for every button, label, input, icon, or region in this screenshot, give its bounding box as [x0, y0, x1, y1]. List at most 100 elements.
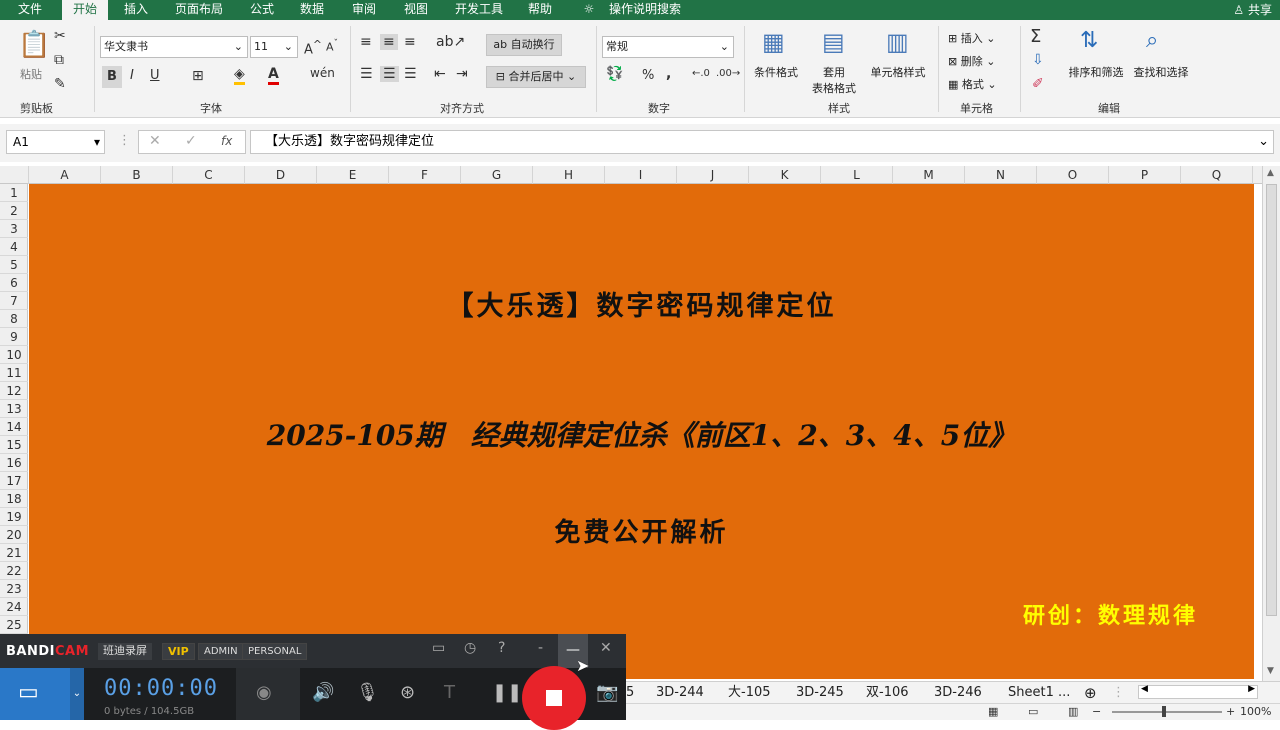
- speaker-icon[interactable]: 🔊: [312, 682, 334, 703]
- phonetic-icon[interactable]: wén: [310, 66, 335, 80]
- row-header[interactable]: 15: [0, 436, 28, 454]
- sheet-tab[interactable]: 3D-245: [796, 684, 844, 702]
- enter-icon[interactable]: ✓: [185, 133, 197, 149]
- row-header[interactable]: 5: [0, 256, 28, 274]
- page-break-view-icon[interactable]: ▥: [1068, 705, 1078, 718]
- row-header[interactable]: 24: [0, 598, 28, 616]
- zoom-out-icon[interactable]: −: [1092, 705, 1101, 718]
- column-header[interactable]: I: [605, 166, 677, 184]
- column-header[interactable]: O: [1037, 166, 1109, 184]
- find-select-button[interactable]: 查找和选择: [1128, 64, 1194, 80]
- fill-icon[interactable]: ⇩: [1032, 52, 1044, 68]
- copy-icon[interactable]: ⧉: [54, 52, 64, 68]
- paste-icon[interactable]: 📋: [18, 30, 50, 60]
- mode-dropdown-icon[interactable]: ⌄: [70, 668, 84, 720]
- format-painter-icon[interactable]: ✎: [54, 76, 66, 92]
- sort-filter-button[interactable]: 排序和筛选: [1064, 64, 1128, 80]
- row-header[interactable]: 2: [0, 202, 28, 220]
- comma-button[interactable]: ,: [666, 66, 671, 82]
- vip-badge[interactable]: VIP: [162, 643, 195, 660]
- column-header[interactable]: P: [1109, 166, 1181, 184]
- row-header[interactable]: 10: [0, 346, 28, 364]
- conditional-format-button[interactable]: 条件格式: [748, 64, 804, 80]
- row-header[interactable]: 7: [0, 292, 28, 310]
- delete-cells-button[interactable]: ⊠ 删除 ⌄: [948, 53, 995, 69]
- sheet-tab[interactable]: 3D-244: [656, 684, 704, 702]
- column-header[interactable]: D: [245, 166, 317, 184]
- currency-icon[interactable]: 💱: [606, 66, 623, 82]
- tab-help[interactable]: 帮助: [520, 0, 560, 20]
- microphone-icon[interactable]: 🎙: [356, 682, 379, 703]
- decrease-indent-icon[interactable]: ⇤: [434, 66, 446, 82]
- page-layout-view-icon[interactable]: ▭: [1028, 705, 1038, 718]
- tab-insert[interactable]: 插入: [116, 0, 156, 20]
- share-button[interactable]: ♙ 共享: [1233, 1, 1272, 18]
- row-header[interactable]: 16: [0, 454, 28, 472]
- decrease-font-icon[interactable]: Aˇ: [326, 38, 338, 54]
- increase-font-icon[interactable]: A^: [304, 38, 322, 57]
- row-header[interactable]: 6: [0, 274, 28, 292]
- row-header[interactable]: 1: [0, 184, 28, 202]
- close-icon[interactable]: ✕: [600, 640, 612, 656]
- row-header[interactable]: 13: [0, 400, 28, 418]
- find-select-icon[interactable]: ⌕: [1146, 28, 1158, 53]
- zoom-in-icon[interactable]: +: [1226, 705, 1235, 718]
- scroll-down-icon[interactable]: ▼: [1267, 666, 1274, 676]
- vertical-scrollbar[interactable]: ▲ ▼: [1262, 166, 1280, 681]
- scroll-left-icon[interactable]: ◀: [1141, 684, 1148, 694]
- paste-button[interactable]: 粘贴: [14, 66, 48, 82]
- scroll-up-icon[interactable]: ▲: [1267, 168, 1274, 178]
- bold-button[interactable]: B: [102, 66, 122, 88]
- decrease-decimal-icon[interactable]: .00→: [716, 68, 740, 79]
- tab-data[interactable]: 数据: [292, 0, 332, 20]
- more-sheets[interactable]: ...: [1058, 684, 1070, 702]
- row-header[interactable]: 12: [0, 382, 28, 400]
- table-format-icon[interactable]: ▤: [822, 28, 845, 56]
- italic-button[interactable]: I: [130, 68, 134, 83]
- row-header[interactable]: 8: [0, 310, 28, 328]
- align-bottom-icon[interactable]: ≡: [404, 34, 416, 50]
- sheet-tab[interactable]: 3D-246: [934, 684, 982, 702]
- tab-view[interactable]: 视图: [396, 0, 436, 20]
- name-box[interactable]: A1 ▾: [6, 130, 105, 154]
- horizontal-scrollbar[interactable]: ◀ ▶: [1138, 684, 1258, 699]
- zoom-level[interactable]: 100%: [1240, 705, 1271, 718]
- sheet-tab[interactable]: 大-105: [728, 684, 771, 702]
- row-header[interactable]: 14: [0, 418, 28, 436]
- tab-review[interactable]: 审阅: [344, 0, 384, 20]
- cell-style-button[interactable]: 单元格样式: [864, 64, 932, 80]
- scroll-thumb[interactable]: [1266, 184, 1277, 616]
- row-header[interactable]: 22: [0, 562, 28, 580]
- column-header[interactable]: G: [461, 166, 533, 184]
- clock-icon[interactable]: ◷: [464, 640, 476, 656]
- cut-icon[interactable]: ✂: [54, 28, 66, 44]
- column-header[interactable]: N: [965, 166, 1037, 184]
- sheet-tab[interactable]: 5: [626, 684, 634, 702]
- tell-me-search[interactable]: 操作说明搜索: [600, 0, 690, 20]
- row-header[interactable]: 23: [0, 580, 28, 598]
- sheet-tab[interactable]: 双-106: [866, 684, 909, 702]
- column-header[interactable]: A: [29, 166, 101, 184]
- column-header[interactable]: B: [101, 166, 173, 184]
- column-header[interactable]: F: [389, 166, 461, 184]
- column-header[interactable]: M: [893, 166, 965, 184]
- webcam-button[interactable]: ◉: [236, 668, 300, 720]
- increase-indent-icon[interactable]: ⇥: [456, 66, 468, 82]
- screen-mode-button[interactable]: ▭: [0, 668, 70, 720]
- cancel-icon[interactable]: ✕: [149, 133, 161, 149]
- row-header[interactable]: 18: [0, 490, 28, 508]
- row-header[interactable]: 3: [0, 220, 28, 238]
- screenshot-icon[interactable]: 📷: [596, 682, 618, 703]
- format-cells-button[interactable]: ▦ 格式 ⌄: [948, 76, 997, 92]
- clear-icon[interactable]: ✐: [1032, 76, 1044, 92]
- row-header[interactable]: 19: [0, 508, 28, 526]
- number-format-select[interactable]: 常规 ⌄: [602, 36, 734, 58]
- tab-file[interactable]: 文件: [8, 0, 52, 20]
- merge-center-button[interactable]: ⊟ 合并后居中 ⌄: [486, 66, 586, 88]
- insert-function-icon[interactable]: fx: [221, 134, 232, 148]
- font-color-icon[interactable]: A: [268, 66, 279, 85]
- tab-page-layout[interactable]: 页面布局: [168, 0, 230, 20]
- format-as-table-button[interactable]: 套用 表格格式: [806, 64, 862, 96]
- column-header[interactable]: J: [677, 166, 749, 184]
- column-header[interactable]: H: [533, 166, 605, 184]
